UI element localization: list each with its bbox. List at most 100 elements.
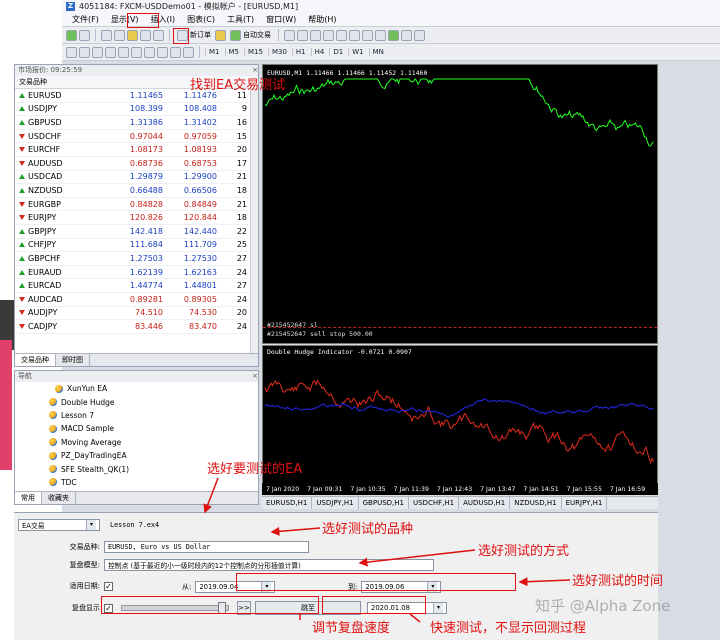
text-icon[interactable] (157, 46, 168, 58)
market-row[interactable]: GBPCHF 1.27503 1.27530 27 (15, 252, 258, 266)
tab-common[interactable]: 常用 (15, 492, 42, 504)
candles-icon[interactable] (297, 29, 308, 41)
trendline-icon[interactable] (118, 46, 129, 58)
tab-tick-chart[interactable]: 即时图 (56, 354, 90, 366)
market-row[interactable]: USDCHF 0.97044 0.97059 15 (15, 130, 258, 144)
row-ask: 74.530 (189, 308, 217, 318)
data-window-icon[interactable] (114, 29, 125, 41)
chart-tab[interactable]: GBPUSD,H1 (359, 497, 409, 509)
chart-tab[interactable]: EURJPY,H1 (562, 497, 608, 509)
market-row[interactable]: EURJPY 120.826 120.844 18 (15, 211, 258, 225)
symbol-select[interactable]: EURUSD, Euro vs US Dollar (104, 541, 309, 553)
chart-tab[interactable]: NZDUSD,H1 (510, 497, 562, 509)
market-row[interactable]: GBPJPY 142.418 142.440 22 (15, 225, 258, 239)
annotation-select-ea: 选好要测试的EA (207, 462, 303, 477)
bar-chart-icon[interactable] (284, 29, 295, 41)
market-row[interactable]: AUDJPY 74.510 74.530 20 (15, 307, 258, 321)
tile-icon[interactable] (349, 29, 360, 41)
market-row[interactable]: USDJPY 108.399 108.408 9 (15, 103, 258, 117)
market-row[interactable]: CHFJPY 111.684 111.709 25 (15, 239, 258, 253)
arrow-up-icon (19, 228, 25, 234)
menu-help[interactable]: 帮助(H) (302, 14, 342, 26)
chart-tab[interactable]: AUDUSD,H1 (459, 497, 511, 509)
arrow-down-icon (19, 133, 25, 139)
terminal-icon[interactable] (140, 29, 151, 41)
arrows-icon[interactable] (183, 46, 194, 58)
chart-tab[interactable]: USDCHF,H1 (409, 497, 460, 509)
templates-icon[interactable] (414, 29, 425, 41)
tester-type-select[interactable]: EA交易 ▾ (18, 519, 100, 531)
zoom-in-icon[interactable] (323, 29, 334, 41)
tf-h4[interactable]: H4 (310, 48, 328, 56)
tf-m5[interactable]: M5 (224, 48, 243, 56)
horizontal-line-icon[interactable] (105, 46, 116, 58)
indicators-icon[interactable] (388, 29, 399, 41)
order-line[interactable] (263, 327, 657, 328)
line-chart-icon[interactable] (310, 29, 321, 41)
fibo-icon[interactable] (144, 46, 155, 58)
model-select[interactable]: 控制点 (基于最近的小一级时段内的12个控制点的分形插值计算) (104, 559, 434, 571)
tf-mn[interactable]: MN (368, 48, 387, 56)
tab-favorites[interactable]: 收藏夹 (42, 492, 76, 504)
menu-charts[interactable]: 图表(C) (181, 14, 221, 26)
market-watch-scrollbar[interactable] (250, 89, 258, 353)
scroll-icon[interactable] (362, 29, 373, 41)
price-chart[interactable]: EURUSD,M1 1.11466 1.11466 1.11452 1.1146… (262, 64, 658, 344)
close-icon[interactable]: × (252, 371, 258, 382)
market-row[interactable]: CADJPY 83.446 83.470 24 (15, 320, 258, 334)
shift-icon[interactable] (375, 29, 386, 41)
nav-item-tdc[interactable]: TDC (15, 476, 258, 489)
nav-item-moving-average[interactable]: Moving Average (15, 436, 258, 449)
nav-item-xunyun-ea[interactable]: XunYun EA (15, 382, 258, 395)
market-row[interactable]: NZDUSD 0.66488 0.66506 18 (15, 184, 258, 198)
row-ask: 1.31402 (183, 117, 217, 127)
crosshair-icon[interactable] (79, 46, 90, 58)
chart-tab[interactable]: EURUSD,H1 (262, 497, 313, 509)
menu-file[interactable]: 文件(F) (66, 14, 105, 26)
nav-item-lesson-7[interactable]: Lesson 7 (15, 409, 258, 422)
tf-h1[interactable]: H1 (291, 48, 309, 56)
zoom-out-icon[interactable] (336, 29, 347, 41)
market-row[interactable]: GBPUSD 1.31386 1.31402 16 (15, 116, 258, 130)
tester-icon[interactable] (153, 29, 164, 41)
auto-trade-button[interactable]: 自动交易 (228, 29, 273, 41)
market-row[interactable]: EURGBP 0.84828 0.84849 21 (15, 198, 258, 212)
menu-window[interactable]: 窗口(W) (260, 14, 302, 26)
row-bid: 111.684 (129, 240, 163, 250)
nav-item-double-hudge[interactable]: Double Hudge (15, 395, 258, 408)
menu-tools[interactable]: 工具(T) (221, 14, 260, 26)
use-date-checkbox[interactable]: ✓ (104, 581, 113, 591)
label-icon[interactable] (170, 46, 181, 58)
market-row[interactable]: EURCAD 1.44774 1.44801 27 (15, 279, 258, 293)
market-row[interactable]: USDCAD 1.29879 1.29900 21 (15, 171, 258, 185)
vertical-line-icon[interactable] (92, 46, 103, 58)
tf-w1[interactable]: W1 (348, 48, 366, 56)
indicator-chart[interactable]: Double Hudge Indicator -0.0721 0.0907 (262, 345, 658, 495)
meta-editor-icon[interactable] (215, 29, 226, 41)
row-ask: 1.62163 (183, 267, 217, 277)
profiles-icon[interactable] (79, 29, 90, 41)
tf-m1[interactable]: M1 (205, 48, 223, 56)
market-row[interactable]: EURAUD 1.62139 1.62163 24 (15, 266, 258, 280)
market-row[interactable]: AUDUSD 0.68736 0.68753 17 (15, 157, 258, 171)
chart-tab[interactable]: USDJPY,H1 (312, 497, 359, 509)
tab-symbols[interactable]: 交易品种 (15, 354, 56, 366)
tf-m15[interactable]: M15 (244, 48, 266, 56)
row-spread: 27 (236, 281, 247, 291)
market-row[interactable]: AUDCAD 0.89281 0.89305 24 (15, 293, 258, 307)
market-row[interactable]: EURCHF 1.08173 1.08193 20 (15, 143, 258, 157)
market-watch-icon[interactable] (101, 29, 112, 41)
row-bid: 1.27503 (129, 253, 163, 263)
tf-m30[interactable]: M30 (267, 48, 290, 56)
cursor-icon[interactable] (66, 46, 77, 58)
new-chart-icon[interactable] (66, 29, 77, 41)
tf-d1[interactable]: D1 (329, 48, 346, 56)
navigator-icon[interactable] (127, 29, 138, 41)
ea-file-name[interactable]: Lesson 7.ex4 (110, 521, 159, 529)
time-tick: 7 Jan 09:31 (307, 485, 343, 493)
nav-item-macd-sample[interactable]: MACD Sample (15, 422, 258, 435)
arrow-down-icon (19, 215, 25, 221)
col-symbol[interactable]: 交易品种 (15, 77, 93, 87)
channel-icon[interactable] (131, 46, 142, 58)
periods-icon[interactable] (401, 29, 412, 41)
